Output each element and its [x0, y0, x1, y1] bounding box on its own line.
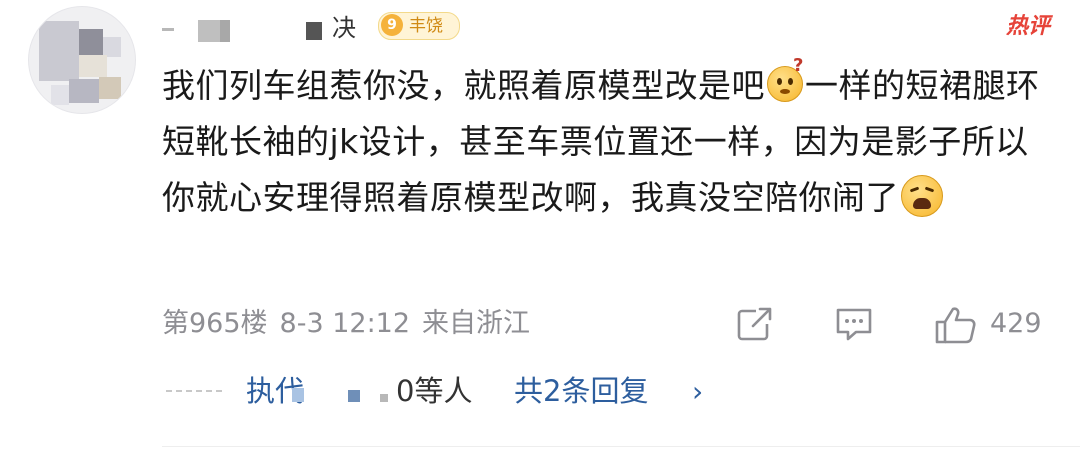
- reply-name-mosaic: [292, 388, 304, 402]
- username-mosaic: [220, 20, 230, 42]
- thumbs-up-icon: [935, 307, 976, 344]
- level-number: 9: [381, 14, 403, 36]
- hot-comment-tag: 热评: [984, 12, 1056, 42]
- comment-button[interactable]: [834, 306, 874, 342]
- reply-indent-dashes: [166, 390, 224, 392]
- user-avatar[interactable]: [28, 6, 136, 114]
- avatar-mosaic: [99, 77, 121, 99]
- level-label: 丰饶: [409, 16, 443, 36]
- post-location: 来自浙江: [422, 308, 531, 339]
- username-mosaic: [198, 20, 220, 42]
- chevron-right-icon[interactable]: ›: [692, 372, 703, 412]
- comment-meta: 第965楼 8-3 12:12 来自浙江 429: [162, 302, 1062, 346]
- reply-name-mosaic: [348, 390, 360, 402]
- comment-body: 我们列车组惹你没，就照着原模型改是吧? 一样的短裙腿环短靴长袖的jk设计，甚至车票…: [162, 57, 1042, 226]
- username-tail: 决: [332, 14, 356, 42]
- avatar-mosaic: [103, 37, 121, 57]
- comment-text-part1: 我们列车组惹你没，就照着原模型改是吧: [162, 66, 765, 105]
- share-icon: [737, 306, 774, 341]
- hot-comment-label: 热评: [1005, 14, 1050, 39]
- username-mosaic: [162, 28, 174, 31]
- thinking-face-emoji-icon: ?: [767, 57, 804, 102]
- reply-name-mosaic: [380, 394, 388, 402]
- comment-icon: [836, 308, 872, 341]
- post-time: 8-3 12:12: [279, 308, 411, 339]
- avatar-mosaic: [39, 21, 79, 81]
- like-button[interactable]: 429: [934, 306, 1046, 344]
- weary-face-emoji-icon: [901, 175, 943, 217]
- level-badge[interactable]: 9 丰饶: [378, 12, 460, 40]
- comment-info: 第965楼 8-3 12:12 来自浙江: [162, 302, 542, 346]
- avatar-mosaic: [79, 55, 107, 77]
- username-mosaic: [306, 22, 322, 40]
- view-replies-link[interactable]: 共2条回复: [514, 368, 648, 414]
- avatar-mosaic: [69, 79, 99, 103]
- username[interactable]: … 决: [160, 10, 365, 44]
- reply-participants-text: 0等人: [396, 374, 473, 408]
- like-count: 429: [990, 308, 1042, 339]
- divider: [162, 446, 1080, 447]
- avatar-mosaic: [51, 85, 69, 105]
- share-button[interactable]: [736, 306, 776, 342]
- floor-number: 第965楼: [162, 308, 268, 339]
- comment-header: … 决 9 丰饶 热评: [160, 10, 1056, 44]
- avatar-mosaic: [79, 29, 103, 55]
- reply-preview[interactable]: 执代 0等人 共2条回复 ›: [162, 368, 1062, 416]
